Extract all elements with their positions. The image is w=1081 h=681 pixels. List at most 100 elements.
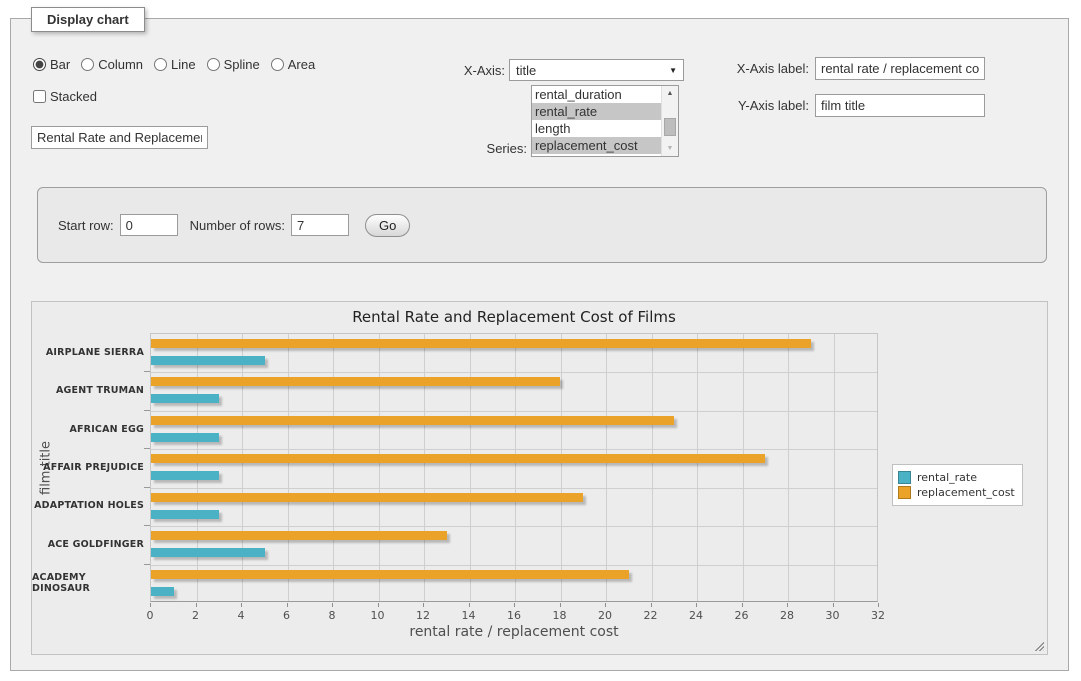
vertical-gridline [652,334,653,601]
series-option-rental_duration[interactable]: rental_duration [532,86,661,103]
stacked-checkbox[interactable] [33,90,46,103]
y-category-label: AGENT TRUMAN [32,371,144,409]
series-option-replacement_cost[interactable]: replacement_cost [532,137,661,154]
x-axis-label-label: X-Axis label: [727,61,809,76]
chevron-down-icon: ▼ [669,66,677,75]
x-axis-tick [287,603,288,607]
bar-rental_rate [151,394,219,403]
chart-title: Rental Rate and Replacement Cost of Film… [150,308,878,326]
vertical-gridline [788,334,789,601]
x-axis-title: rental rate / replacement cost [150,624,878,640]
x-tick-label: 12 [408,609,438,622]
listbox-scrollbar[interactable]: ▲ ▼ [661,86,678,156]
x-axis-field-label: X-Axis: [421,63,505,78]
x-axis-tick [742,603,743,607]
go-button[interactable]: Go [365,214,410,237]
y-category-label: ACADEMY DINOSAUR [32,564,144,602]
bar-rental_rate [151,356,265,365]
chart-type-option-area: Area [271,57,315,72]
chart-type-radio-group: Bar Column Line Spline Area [33,57,315,72]
vertical-gridline [288,334,289,601]
x-tick-label: 16 [499,609,529,622]
chart-type-option-bar: Bar [33,57,70,72]
y-axis-label-input[interactable] [815,94,985,117]
series-listbox[interactable]: ▲ ▼ rental_durationrental_ratelengthrepl… [531,85,679,157]
x-axis-tick [878,603,879,607]
horizontal-gridline [151,449,877,450]
bar-replacement_cost [151,493,583,502]
chart-legend: rental_ratereplacement_cost [892,464,1023,506]
vertical-gridline [606,334,607,601]
legend-label: replacement_cost [917,486,1015,499]
vertical-gridline [197,334,198,601]
vertical-gridline [743,334,744,601]
x-axis-select[interactable]: title ▼ [509,59,684,81]
bar-replacement_cost [151,339,811,348]
chart-type-radio-spline[interactable] [207,58,220,71]
y-axis-tick [144,525,150,526]
x-axis-tick [150,603,151,607]
x-axis-tick [332,603,333,607]
y-category-label: AIRPLANE SIERRA [32,333,144,371]
num-rows-input[interactable] [291,214,349,236]
chart-title-input[interactable] [31,126,208,149]
y-axis-tick [144,410,150,411]
chart-type-option-column: Column [81,57,143,72]
chart-type-radio-line[interactable] [154,58,167,71]
x-axis-tick [605,603,606,607]
x-axis-tick [423,603,424,607]
y-axis-label-label: Y-Axis label: [727,98,809,113]
x-tick-label: 2 [181,609,211,622]
row-range-panel: Start row: Number of rows: Go [37,187,1047,263]
chart-type-option-line: Line [154,57,196,72]
chart-type-option-spline: Spline [207,57,260,72]
bar-rental_rate [151,548,265,557]
horizontal-gridline [151,411,877,412]
scroll-down-icon[interactable]: ▼ [663,141,677,156]
horizontal-gridline [151,372,877,373]
bar-replacement_cost [151,570,629,579]
x-tick-label: 8 [317,609,347,622]
x-tick-label: 26 [727,609,757,622]
x-axis-tick [651,603,652,607]
chart-type-radio-column[interactable] [81,58,94,71]
vertical-gridline [697,334,698,601]
bar-replacement_cost [151,377,560,386]
y-axis-tick [144,448,150,449]
stacked-label: Stacked [33,89,97,104]
axis-label-controls: X-Axis label: Y-Axis label: [727,57,985,131]
bar-rental_rate [151,587,174,596]
x-axis-tick [378,603,379,607]
vertical-gridline [379,334,380,601]
vertical-gridline [470,334,471,601]
scrollbar-thumb[interactable] [664,118,676,137]
resize-handle-icon[interactable] [1033,640,1044,651]
x-axis-tick [241,603,242,607]
y-category-label: AFFAIR PREJUDICE [32,448,144,486]
bar-replacement_cost [151,454,765,463]
series-option-rental_rate[interactable]: rental_rate [532,103,661,120]
x-tick-label: 10 [363,609,393,622]
fieldset-legend: Display chart [31,7,145,32]
x-tick-label: 14 [454,609,484,622]
y-axis-tick [144,371,150,372]
x-axis-tick [696,603,697,607]
vertical-gridline [515,334,516,601]
x-axis-label-input[interactable] [815,57,985,80]
vertical-gridline [424,334,425,601]
bar-rental_rate [151,433,219,442]
chart-type-radio-area[interactable] [271,58,284,71]
x-axis-tick [196,603,197,607]
x-tick-label: 6 [272,609,302,622]
legend-swatch [898,471,911,484]
x-tick-label: 18 [545,609,575,622]
x-tick-label: 30 [818,609,848,622]
bar-replacement_cost [151,416,674,425]
chart-type-radio-bar[interactable] [33,58,46,71]
series-option-length[interactable]: length [532,120,661,137]
vertical-gridline [242,334,243,601]
x-axis-tick [787,603,788,607]
bar-replacement_cost [151,531,447,540]
scroll-up-icon[interactable]: ▲ [663,86,677,101]
start-row-input[interactable] [120,214,178,236]
